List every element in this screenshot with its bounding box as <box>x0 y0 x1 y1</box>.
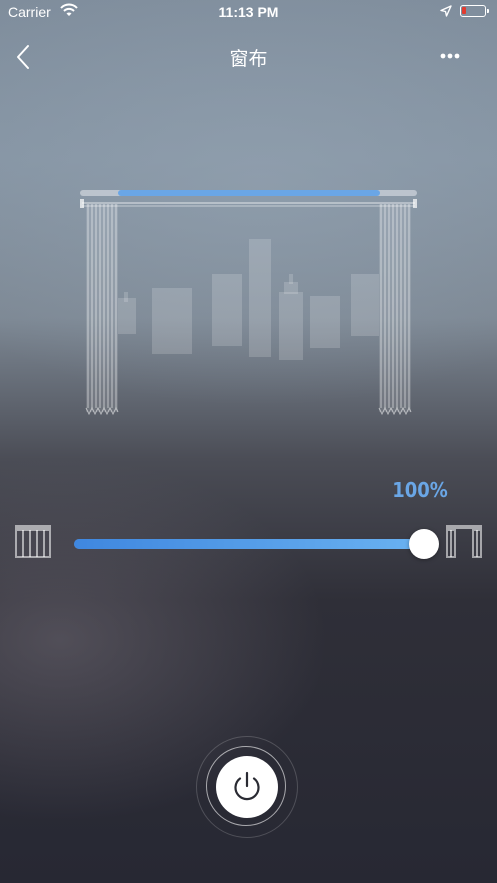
status-bar: Carrier 11:13 PM <box>0 0 497 26</box>
more-button[interactable] <box>430 42 470 70</box>
page-title: 窗布 <box>229 48 268 70</box>
curtain-rod-open-indicator <box>118 190 380 196</box>
slider-thumb[interactable] <box>409 529 439 559</box>
curtain-closed-icon <box>15 525 51 558</box>
power-button[interactable] <box>216 756 278 818</box>
right-curtain <box>378 204 412 416</box>
curtain-position-slider[interactable] <box>74 529 439 559</box>
curtain-open-icon <box>446 525 482 558</box>
status-time: 11:13 PM <box>218 4 279 20</box>
city-skyline-graphic <box>118 239 379 360</box>
close-curtain-button[interactable] <box>14 524 52 562</box>
battery-icon <box>460 5 489 17</box>
open-percent-label: 100% <box>392 478 448 502</box>
power-control <box>196 736 298 838</box>
curtain-illustration <box>80 190 417 416</box>
left-curtain <box>85 204 119 416</box>
open-curtain-button[interactable] <box>445 524 483 562</box>
slider-fill <box>74 539 424 549</box>
more-horizontal-icon <box>440 53 460 59</box>
location-arrow-icon <box>440 5 452 17</box>
power-icon <box>234 771 260 801</box>
nav-bar: 窗布 <box>0 36 497 76</box>
